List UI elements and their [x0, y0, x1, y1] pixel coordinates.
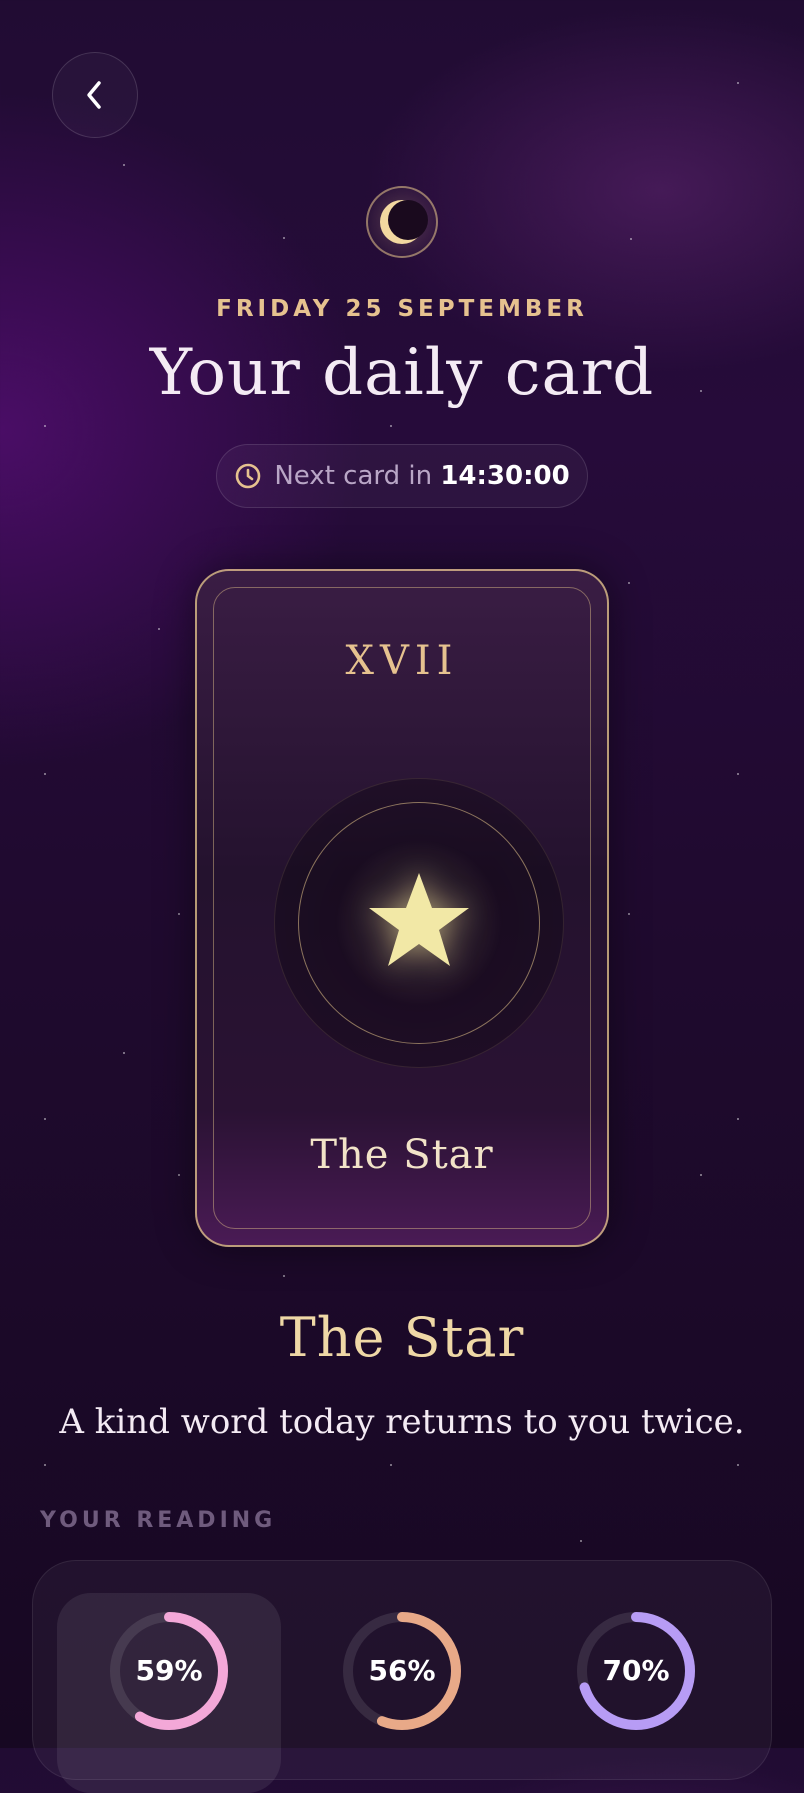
metric-value: 70%: [602, 1654, 670, 1687]
section-label: YOUR READING: [40, 1508, 277, 1533]
page-title: Your daily card: [149, 336, 655, 410]
card-name: The Star: [310, 1132, 494, 1178]
next-card-timer: Next card in 14:30:00: [216, 444, 588, 508]
metric-value: 59%: [135, 1654, 203, 1687]
card-orb: [274, 778, 564, 1068]
back-button[interactable]: [52, 52, 138, 138]
timer-value: 14:30:00: [440, 461, 570, 491]
moon-icon: [366, 186, 438, 258]
reading-panel: 59% 56% 70%: [32, 1560, 772, 1793]
card-orb-inner: [298, 802, 540, 1044]
timer-prefix: Next card in: [274, 461, 433, 491]
clock-icon: [236, 463, 261, 489]
reading-heading: The Star: [279, 1306, 525, 1369]
card-numeral: XVII: [345, 638, 459, 684]
card-inner-border: XVII The Star: [213, 587, 591, 1229]
metric-value: 56%: [368, 1654, 436, 1687]
reading-message: A kind word today returns to you twice.: [59, 1402, 745, 1442]
metric-card[interactable]: 59%: [57, 1593, 281, 1793]
metric-card[interactable]: 70%: [524, 1593, 748, 1793]
metric-card[interactable]: 56%: [290, 1593, 514, 1793]
star-icon: [369, 873, 469, 966]
chevron-left-icon: [87, 81, 101, 109]
tarot-card[interactable]: XVII The Star: [195, 569, 609, 1247]
date-label: FRIDAY 25 SEPTEMBER: [216, 296, 588, 322]
